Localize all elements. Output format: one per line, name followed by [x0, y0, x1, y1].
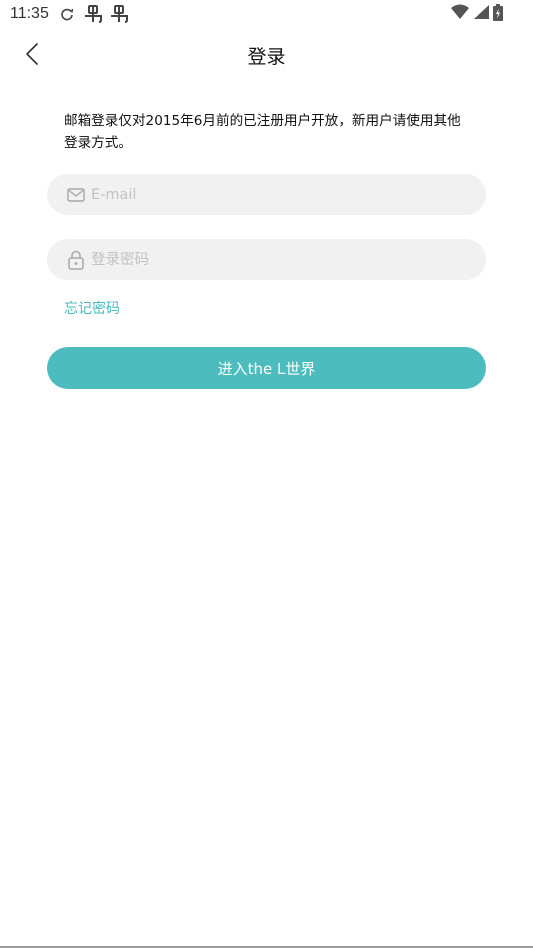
wifi-icon [451, 4, 469, 24]
email-login-notice: 邮箱登录仅对2015年6月前的已注册用户开放，新用户请使用其他登录方式。 [64, 113, 461, 151]
status-indicators [451, 3, 503, 25]
mail-icon [66, 185, 86, 205]
bug-icon [109, 5, 129, 23]
forgot-password-link[interactable]: 忘记密码 [64, 298, 120, 318]
status-time: 11:35 [10, 5, 49, 22]
password-input[interactable] [91, 251, 451, 268]
lock-icon [66, 250, 86, 270]
navigation-bar: 登录 [0, 30, 533, 80]
battery-icon [493, 3, 503, 25]
cellular-signal-icon [473, 4, 489, 24]
password-field[interactable] [47, 239, 486, 280]
email-field[interactable] [47, 174, 486, 215]
enter-button[interactable]: 进入the L世界 [47, 347, 486, 389]
bug-icon [83, 5, 103, 23]
sync-icon [60, 5, 74, 23]
status-bar: 11:35 [0, 0, 533, 30]
page-title: 登录 [247, 46, 286, 68]
email-input[interactable] [91, 186, 451, 203]
